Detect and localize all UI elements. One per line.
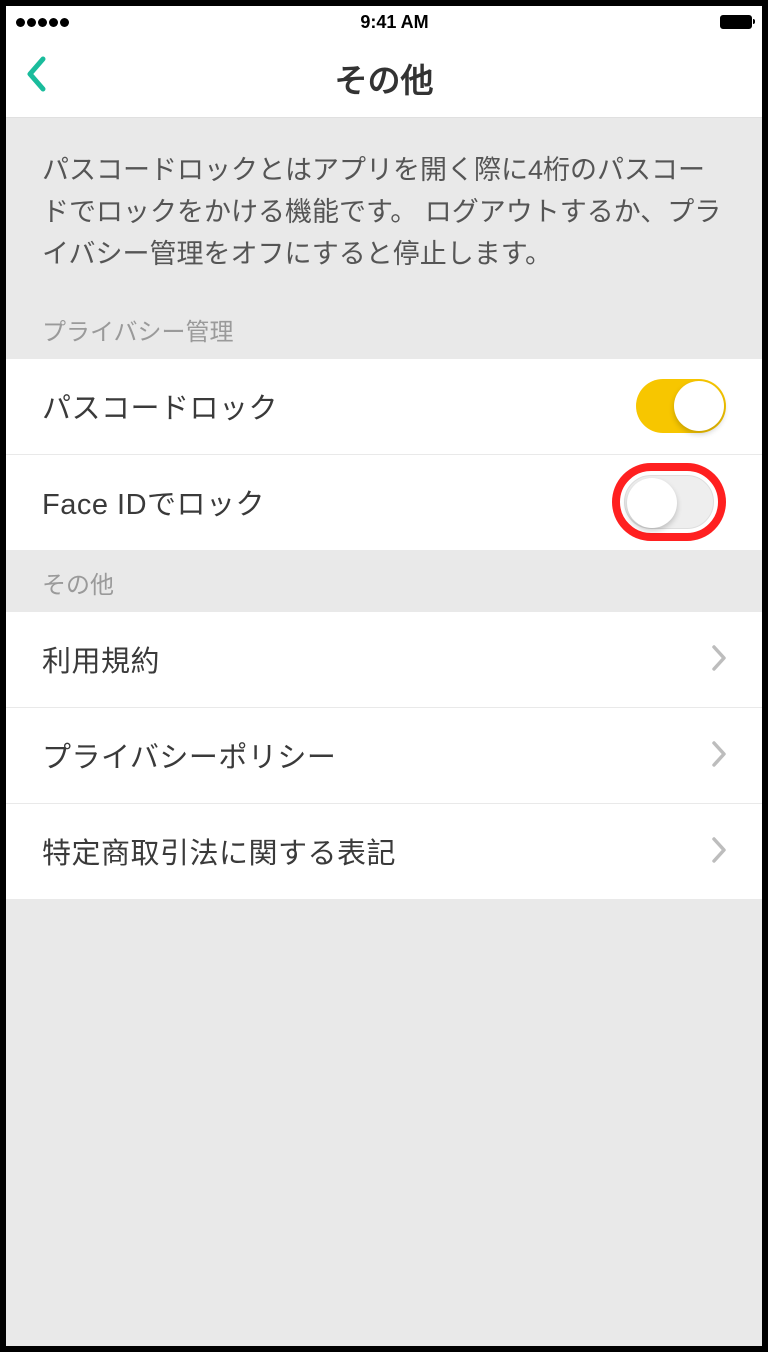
content-area: パスコードロックとはアプリを開く際に4桁のパスコードでロックをかける機能です。 … (6, 118, 762, 1346)
privacy-list: パスコードロック Face IDでロック (6, 359, 762, 551)
row-terms[interactable]: 利用規約 (6, 612, 762, 708)
page-title: その他 (335, 54, 434, 102)
chevron-right-icon (712, 734, 726, 776)
device-frame: 9:41 AM その他 パスコードロックとはアプリを開く際に4桁のパスコードでロ… (0, 0, 768, 1352)
row-passcode-lock: パスコードロック (6, 359, 762, 455)
signal-dots (16, 18, 69, 27)
other-list: 利用規約 プライバシーポリシー 特定商取引法に関する表記 (6, 612, 762, 900)
row-label: 利用規約 (42, 638, 160, 680)
toggle-knob (627, 478, 677, 528)
back-button[interactable] (24, 55, 46, 101)
faceid-lock-toggle[interactable] (624, 475, 714, 529)
row-label: プライバシーポリシー (42, 734, 336, 776)
passcode-lock-toggle[interactable] (636, 379, 726, 433)
section-header-other: その他 (6, 551, 762, 612)
row-label: パスコードロック (42, 385, 278, 427)
section-header-privacy: プライバシー管理 (6, 298, 762, 359)
row-faceid-lock: Face IDでロック (6, 455, 762, 551)
row-label: Face IDでロック (42, 481, 265, 523)
status-bar: 9:41 AM (6, 6, 762, 38)
row-commerce-law[interactable]: 特定商取引法に関する表記 (6, 804, 762, 900)
chevron-right-icon (712, 830, 726, 872)
row-label: 特定商取引法に関する表記 (42, 830, 396, 872)
description-block: パスコードロックとはアプリを開く際に4桁のパスコードでロックをかける機能です。 … (6, 118, 762, 298)
row-privacy-policy[interactable]: プライバシーポリシー (6, 708, 762, 804)
chevron-left-icon (24, 55, 46, 93)
toggle-knob (674, 381, 724, 431)
status-time: 9:41 AM (360, 12, 428, 33)
description-text: パスコードロックとはアプリを開く際に4桁のパスコードでロックをかける機能です。 … (42, 150, 726, 276)
nav-bar: その他 (6, 38, 762, 118)
highlight-ring (612, 463, 726, 541)
battery-icon (720, 15, 752, 29)
chevron-right-icon (712, 638, 726, 680)
